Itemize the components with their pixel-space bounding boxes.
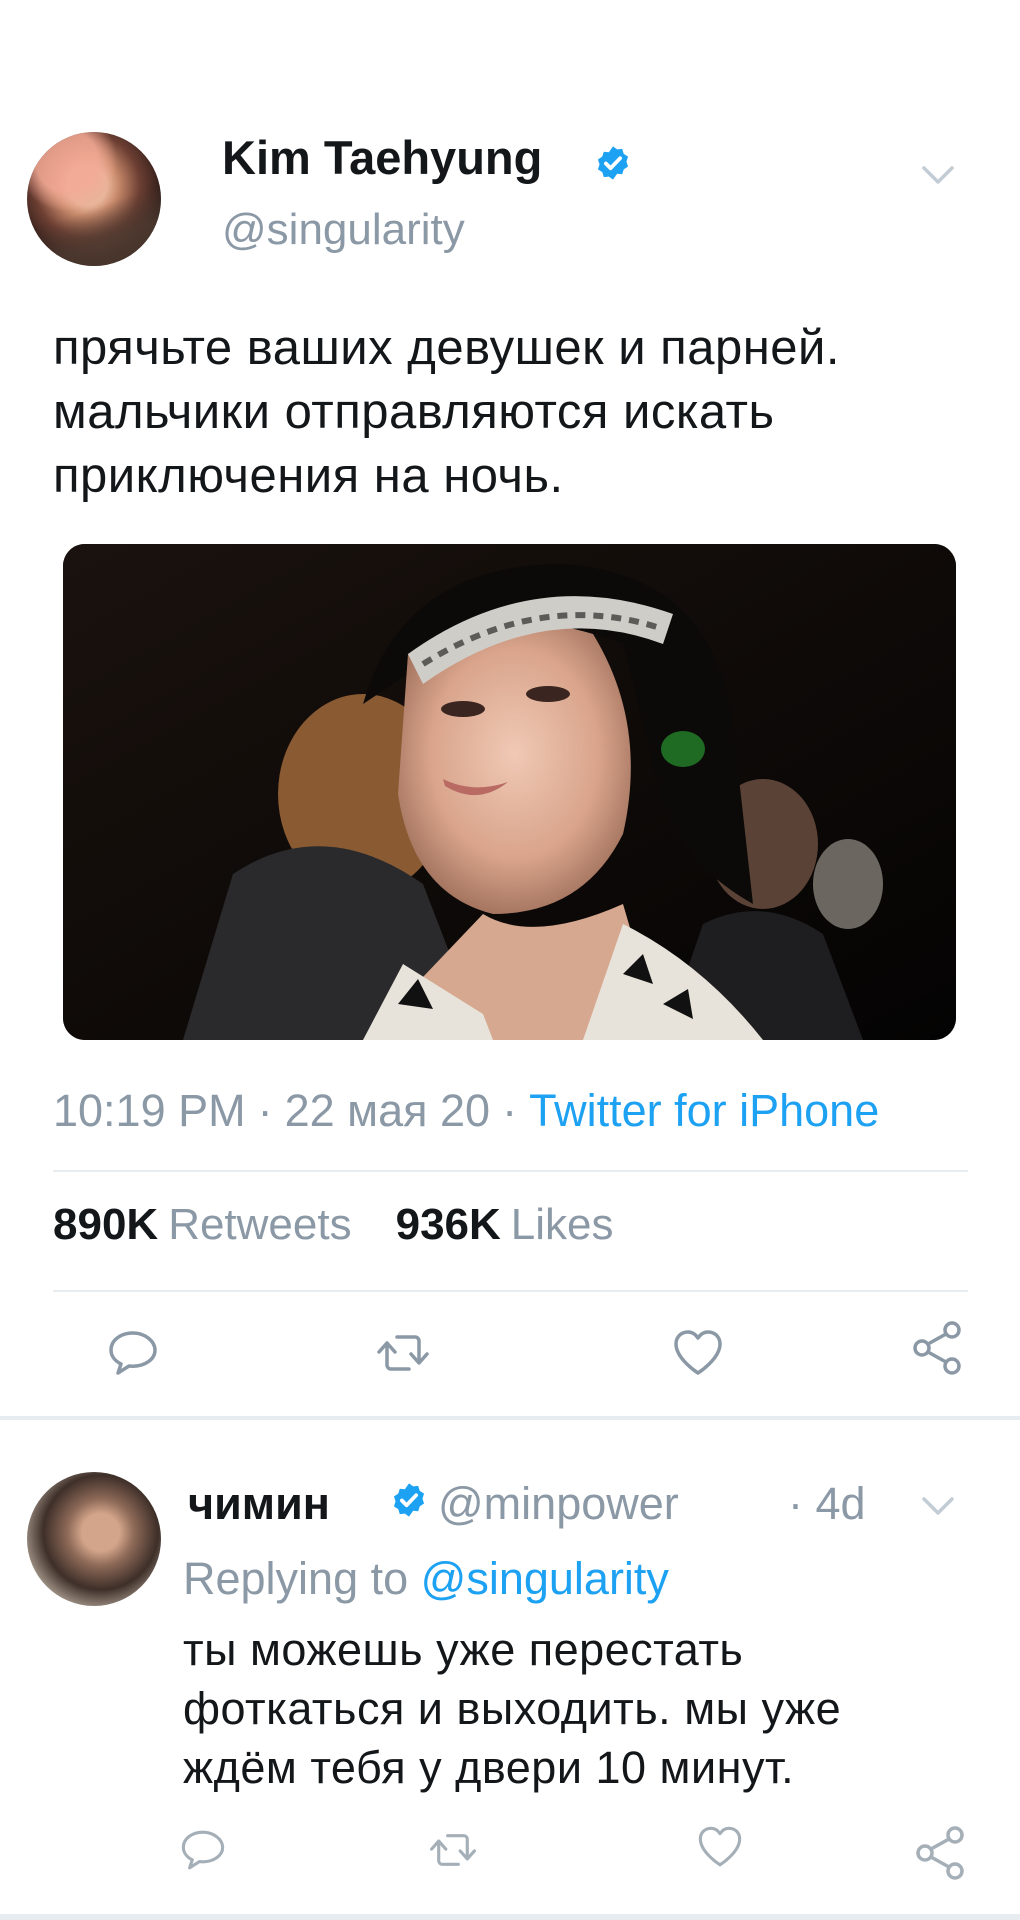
meta-separator: ·: [257, 1085, 273, 1136]
tweet-date: 22 мая 20: [284, 1085, 491, 1136]
reply-text-line: ждём тебя у двери 10 минут.: [183, 1742, 795, 1793]
share-icon[interactable]: [913, 1825, 969, 1881]
divider: [53, 1170, 968, 1172]
replying-to: Replying to @singularity: [183, 1553, 669, 1605]
divider: [53, 1290, 968, 1292]
author-avatar[interactable]: [27, 132, 161, 266]
author-name[interactable]: Kim Taehyung: [222, 130, 542, 185]
heart-icon[interactable]: [695, 1822, 745, 1872]
tweet-meta: 10:19 PM · 22 мая 20 · Twitter for iPhone: [53, 1085, 879, 1137]
retweet-icon[interactable]: [375, 1325, 431, 1381]
replying-prefix: Replying to: [183, 1553, 409, 1604]
likes-label: Likes: [510, 1200, 614, 1249]
likes-stat[interactable]: 936K Likes: [396, 1200, 614, 1249]
tweet-source-link[interactable]: Twitter for iPhone: [529, 1085, 879, 1136]
reply-icon[interactable]: [105, 1325, 161, 1381]
photo-portrait-image: [63, 544, 956, 1040]
reply-time: · 4d: [788, 1478, 866, 1529]
retweets-count: 890K: [53, 1200, 159, 1249]
likes-count: 936K: [395, 1200, 501, 1249]
tweet-text-line: прячьте ваших девушек и парней.: [53, 321, 841, 375]
verified-badge-icon: [597, 146, 629, 180]
tweet-photo[interactable]: [63, 544, 956, 1040]
chevron-down-icon[interactable]: [920, 1494, 956, 1518]
tweet-text-line: мальчики отправляются искать: [53, 385, 775, 439]
verified-badge-icon: [393, 1483, 425, 1517]
reply-text: ты можешь уже перестать фоткаться и выхо…: [183, 1620, 1003, 1797]
bottom-separator: [0, 1914, 1020, 1920]
reply-author-handle[interactable]: @minpower: [438, 1478, 679, 1530]
share-icon[interactable]: [910, 1320, 966, 1376]
retweet-icon[interactable]: [427, 1825, 479, 1875]
tweet-time: 10:19 PM: [53, 1085, 246, 1136]
heart-icon[interactable]: [670, 1325, 726, 1381]
author-handle[interactable]: @singularity: [222, 205, 465, 255]
retweets-stat[interactable]: 890K Retweets: [53, 1200, 352, 1249]
chevron-down-icon[interactable]: [920, 163, 956, 187]
reply-author-name[interactable]: чимин: [188, 1478, 330, 1530]
reply-author-avatar[interactable]: [27, 1472, 161, 1606]
retweets-label: Retweets: [168, 1200, 352, 1249]
tweet-text: прячьте ваших девушек и парней. мальчики…: [53, 316, 993, 508]
reply-icon[interactable]: [178, 1825, 228, 1875]
replying-mention-link[interactable]: @singularity: [421, 1553, 669, 1604]
reply-text-line: фоткаться и выходить. мы уже: [183, 1683, 842, 1734]
tweet-stats: 890K Retweets 936K Likes: [53, 1200, 614, 1250]
meta-separator: ·: [502, 1085, 518, 1136]
thread-separator: [0, 1416, 1020, 1420]
tweet-text-line: приключения на ночь.: [53, 449, 564, 503]
reply-text-line: ты можешь уже перестать: [183, 1624, 744, 1675]
